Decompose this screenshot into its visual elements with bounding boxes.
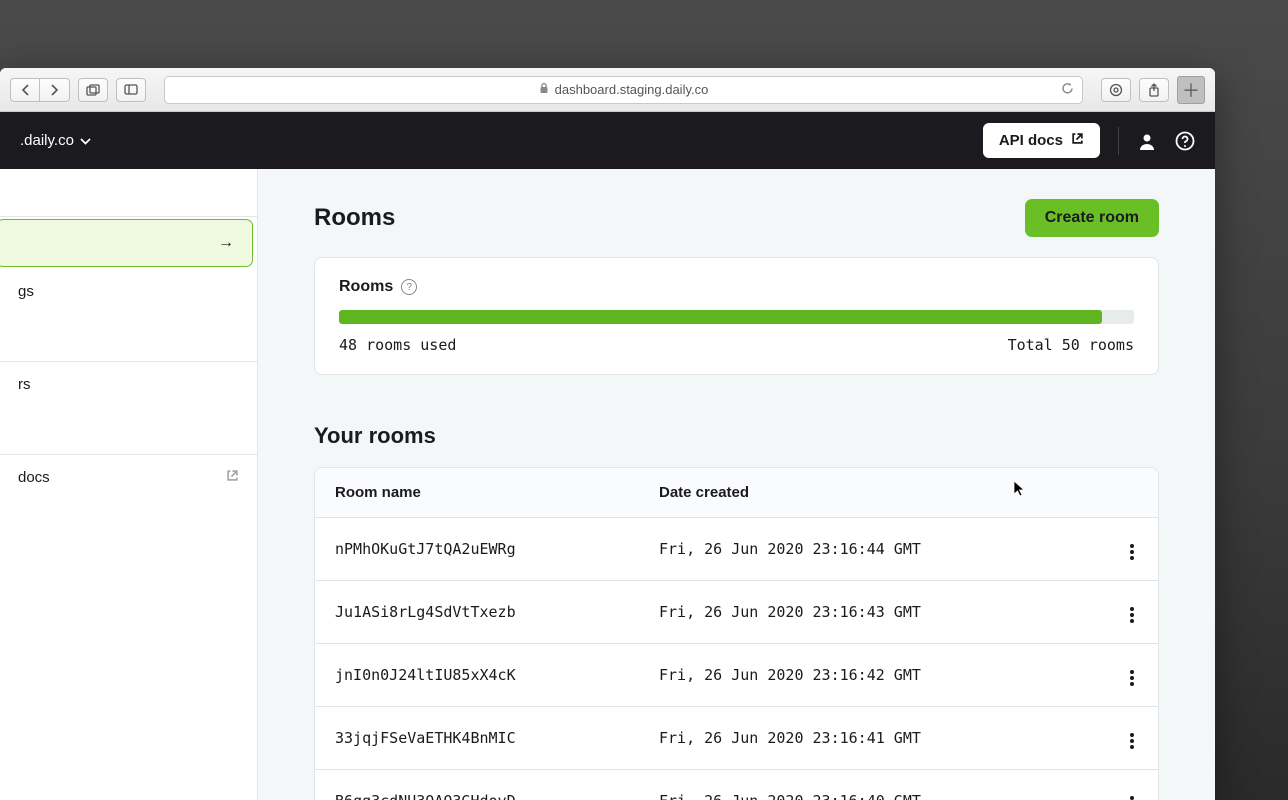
header-divider	[1118, 127, 1119, 155]
lock-icon	[539, 82, 549, 97]
extension-button[interactable]	[1101, 78, 1131, 102]
row-menu-button[interactable]	[1126, 540, 1138, 564]
table-row[interactable]: nPMhOKuGtJ7tQA2uEWRgFri, 26 Jun 2020 23:…	[315, 518, 1158, 581]
page-title: Rooms	[314, 204, 395, 232]
sidebar-item-label: gs	[18, 283, 34, 300]
share-button[interactable]	[1139, 78, 1169, 102]
table-row[interactable]: 33jqjFSeVaETHK4BnMICFri, 26 Jun 2020 23:…	[315, 707, 1158, 770]
main-content: Rooms Create room Rooms ? 48 rooms used …	[258, 169, 1215, 800]
room-date-cell: Fri, 26 Jun 2020 23:16:40 GMT	[659, 792, 1108, 800]
row-menu-button[interactable]	[1126, 603, 1138, 627]
col-header-date: Date created	[659, 484, 1108, 501]
table-row[interactable]: B6qg3cdNU3OAQ3GHdoyDFri, 26 Jun 2020 23:…	[315, 770, 1158, 800]
sidebar-item-4[interactable]: rs	[0, 362, 257, 407]
table-row[interactable]: jnI0n0J24ltIU85xX4cKFri, 26 Jun 2020 23:…	[315, 644, 1158, 707]
room-name-cell: Ju1ASi8rLg4SdVtTxezb	[335, 603, 659, 621]
room-name-cell: B6qg3cdNU3OAQ3GHdoyD	[335, 792, 659, 800]
sidebar: → gs rs docs	[0, 169, 258, 800]
help-tooltip-icon[interactable]: ?	[401, 279, 417, 295]
sidebar-item-5[interactable]	[0, 407, 257, 454]
sidebar-item-2[interactable]: gs	[0, 269, 257, 314]
table-header: Room name Date created	[315, 468, 1158, 518]
arrow-right-icon: →	[218, 234, 234, 252]
url-bar[interactable]: dashboard.staging.daily.co	[164, 76, 1083, 104]
row-menu-button[interactable]	[1126, 666, 1138, 690]
rooms-used-text: 48 rooms used	[339, 336, 456, 354]
sidebar-item-docs[interactable]: docs	[0, 455, 257, 500]
url-text: dashboard.staging.daily.co	[555, 82, 709, 97]
room-date-cell: Fri, 26 Jun 2020 23:16:42 GMT	[659, 666, 1108, 684]
room-date-cell: Fri, 26 Jun 2020 23:16:44 GMT	[659, 540, 1108, 558]
create-room-button[interactable]: Create room	[1025, 199, 1159, 237]
room-date-cell: Fri, 26 Jun 2020 23:16:41 GMT	[659, 729, 1108, 747]
progress-fill	[339, 310, 1102, 324]
api-docs-button[interactable]: API docs	[983, 123, 1100, 158]
room-name-cell: nPMhOKuGtJ7tQA2uEWRg	[335, 540, 659, 558]
your-rooms-title: Your rooms	[314, 423, 1159, 449]
row-menu-button[interactable]	[1126, 792, 1138, 800]
sidebar-item-3[interactable]	[0, 314, 257, 361]
page-header: Rooms Create room	[314, 199, 1159, 237]
rooms-usage-card: Rooms ? 48 rooms used Total 50 rooms	[314, 257, 1159, 375]
room-name-cell: jnI0n0J24ltIU85xX4cK	[335, 666, 659, 684]
app-header: .daily.co API docs	[0, 112, 1215, 169]
sidebar-item-label: docs	[18, 469, 50, 486]
browser-window: dashboard.staging.daily.co ＋ .daily.co A…	[0, 68, 1215, 800]
external-link-icon	[226, 469, 239, 486]
chevron-down-icon	[80, 132, 91, 149]
new-tab-button[interactable]: ＋	[1177, 76, 1205, 104]
domain-dropdown[interactable]: .daily.co	[20, 132, 91, 149]
progress-bar	[339, 310, 1134, 324]
rooms-total-text: Total 50 rooms	[1008, 336, 1134, 354]
usage-label: Rooms	[339, 278, 393, 296]
row-menu-button[interactable]	[1126, 729, 1138, 753]
app-body: → gs rs docs	[0, 169, 1215, 800]
forward-button[interactable]	[40, 78, 70, 102]
all-tabs-button[interactable]	[78, 78, 108, 102]
sidebar-item-0[interactable]	[0, 169, 257, 216]
rooms-table: Room name Date created nPMhOKuGtJ7tQA2uE…	[314, 467, 1159, 800]
col-header-name: Room name	[335, 484, 659, 501]
back-button[interactable]	[10, 78, 40, 102]
sidebar-item-label: rs	[18, 376, 31, 393]
help-icon[interactable]	[1175, 131, 1195, 151]
domain-label: .daily.co	[20, 132, 74, 149]
browser-toolbar: dashboard.staging.daily.co ＋	[0, 68, 1215, 112]
room-name-cell: 33jqjFSeVaETHK4BnMIC	[335, 729, 659, 747]
room-date-cell: Fri, 26 Jun 2020 23:16:43 GMT	[659, 603, 1108, 621]
table-row[interactable]: Ju1ASi8rLg4SdVtTxezbFri, 26 Jun 2020 23:…	[315, 581, 1158, 644]
user-icon[interactable]	[1137, 131, 1157, 151]
external-link-icon	[1071, 132, 1084, 149]
sidebar-item-rooms[interactable]: →	[0, 219, 253, 267]
reload-icon[interactable]	[1061, 82, 1074, 98]
api-docs-label: API docs	[999, 132, 1063, 149]
sidebar-toggle-button[interactable]	[116, 78, 146, 102]
